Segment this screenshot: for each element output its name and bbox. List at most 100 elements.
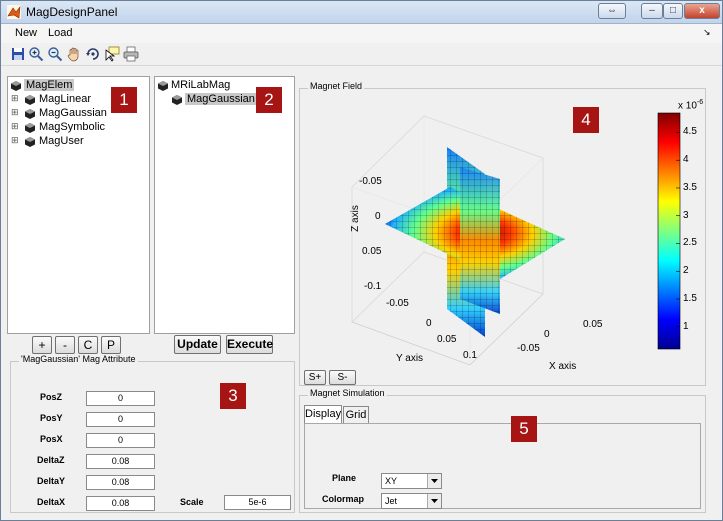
magnet-field-plot[interactable] [300, 89, 705, 385]
rotate-3d-icon[interactable] [85, 46, 101, 62]
deltaz-field[interactable]: 0.08 [86, 454, 155, 469]
group-title: 'MagGaussian' Mag Attribute [19, 354, 138, 364]
tree-label: MagUser [39, 135, 84, 147]
marker-2: 2 [256, 87, 282, 113]
z-tick: -0.1 [364, 281, 382, 292]
tree-label: MagLinear [39, 93, 91, 105]
colormap-value: Jet [385, 496, 398, 506]
colorbar-tick-label: 3 [683, 209, 689, 221]
marker-5: 5 [511, 416, 537, 442]
window-title: MagDesignPanel [26, 5, 118, 19]
deltay-field[interactable]: 0.08 [86, 475, 155, 490]
menu-load[interactable]: Load [48, 27, 72, 39]
z-axis-label: Z axis [349, 205, 361, 232]
posy-field[interactable]: 0 [86, 412, 155, 427]
scale-field[interactable]: 5e-6 [224, 495, 291, 510]
colorbar-tick-label: 1.5 [683, 293, 697, 305]
scale-down-button[interactable]: S- [329, 370, 356, 385]
y-tick: 0.1 [463, 350, 477, 361]
xz-slice-mesh [460, 167, 500, 314]
chevron-down-icon[interactable] [427, 494, 441, 508]
colorbar [657, 112, 681, 350]
expand-icon[interactable]: ⊞ [11, 135, 19, 146]
minimize-button[interactable]: – [641, 3, 663, 19]
marker-4: 4 [573, 107, 599, 133]
z-tick: 0.05 [362, 246, 382, 257]
pan-hand-icon[interactable] [66, 46, 82, 62]
y-axis-label: Y axis [396, 353, 424, 364]
z-tick: -0.05 [359, 176, 382, 187]
magnet-simulation-group: Magnet Simulation Display Grid 5 Plane X… [299, 388, 706, 513]
posx-field[interactable]: 0 [86, 433, 155, 448]
plane-label: Plane [332, 473, 357, 483]
scale-label: Scale [180, 497, 204, 507]
expand-icon[interactable]: ⊞ [11, 93, 19, 104]
tab-display[interactable]: Display [304, 405, 342, 423]
chevron-down-icon[interactable] [427, 474, 441, 488]
deltaz-label: DeltaZ [37, 455, 65, 465]
copy-node-button[interactable]: C [78, 336, 98, 354]
save-icon[interactable] [10, 46, 26, 62]
title-bar: MagDesignPanel ⇔ – □ x [1, 1, 722, 24]
update-button[interactable]: Update [174, 335, 221, 354]
colorbar-tick-label: 3.5 [683, 181, 697, 193]
execute-button[interactable]: Execute [226, 335, 273, 354]
restore-button[interactable]: ⇔ [598, 3, 626, 19]
tree-label: MagSymbolic [39, 121, 106, 133]
group-title: Magnet Simulation [308, 388, 387, 398]
zoom-in-icon[interactable] [28, 46, 44, 62]
plane-select[interactable]: XY [381, 473, 442, 489]
mag-attribute-group: 'MagGaussian' Mag Attribute 3 PosZ 0 Pos… [10, 354, 295, 513]
expand-icon[interactable]: ⊞ [11, 121, 19, 132]
x-tick: 0.05 [583, 319, 603, 330]
matlab-icon [7, 5, 21, 19]
main-window: MagDesignPanel ⇔ – □ x New Load ↘ MagEle… [0, 0, 723, 521]
y-tick: -0.05 [386, 298, 409, 309]
colormap-label: Colormap [322, 494, 365, 504]
mag-elem-tree[interactable]: MagElem ⊞ MagLinear ⊞ MagGaussian ⊞ MagS… [7, 76, 150, 334]
colorbar-tick-label: 2 [683, 265, 689, 277]
x-axis-label: X axis [549, 361, 577, 372]
expand-icon[interactable]: ⊞ [11, 107, 19, 118]
posy-label: PosY [40, 413, 63, 423]
data-cursor-icon[interactable] [104, 46, 120, 62]
colormap-select[interactable]: Jet [381, 493, 442, 509]
cube-icon [172, 95, 182, 105]
cube-icon [25, 137, 35, 147]
y-tick: 0.05 [437, 334, 457, 345]
cube-icon [25, 95, 35, 105]
tree-label: MagElem [24, 79, 75, 91]
close-button[interactable]: x [684, 3, 720, 19]
deltax-label: DeltaX [37, 497, 66, 507]
zoom-out-icon[interactable] [47, 46, 63, 62]
print-icon[interactable] [123, 46, 139, 62]
paste-node-button[interactable]: P [101, 336, 121, 354]
tree-label: MagGaussian [39, 107, 107, 119]
deltax-field[interactable]: 0.08 [86, 496, 155, 511]
tab-grid[interactable]: Grid [343, 406, 369, 423]
x-tick: 0 [544, 329, 550, 340]
maximize-button[interactable]: □ [663, 3, 683, 19]
dock-arrow-icon[interactable]: ↘ [703, 27, 711, 38]
tree-label: MRiLabMag [171, 79, 231, 91]
tree-label: MagGaussian [185, 93, 257, 105]
magnet-field-group: Magnet Field Z axis Y axis X axis -0.05 … [299, 81, 706, 386]
posz-label: PosZ [40, 392, 63, 402]
cube-icon [11, 81, 21, 91]
colorbar-tick-label: 4 [683, 154, 689, 166]
colorbar-tick-label: 1 [683, 320, 689, 332]
x-tick: -0.05 [517, 343, 540, 354]
menu-new[interactable]: New [15, 27, 37, 39]
cube-icon [25, 109, 35, 119]
posz-field[interactable]: 0 [86, 391, 155, 406]
posx-label: PosX [40, 434, 63, 444]
colorbar-tick-label: 2.5 [683, 237, 697, 249]
remove-node-button[interactable]: - [55, 336, 75, 354]
add-node-button[interactable]: + [32, 336, 52, 354]
scale-up-button[interactable]: S+ [304, 370, 326, 385]
cube-icon [158, 81, 168, 91]
mag-instance-tree[interactable]: MRiLabMag MagGaussian 2 [154, 76, 295, 334]
colorbar-tick-label: 4.5 [683, 126, 697, 138]
tab-content: 5 Plane XY Colormap Jet [304, 416, 701, 509]
y-tick: 0 [426, 318, 432, 329]
